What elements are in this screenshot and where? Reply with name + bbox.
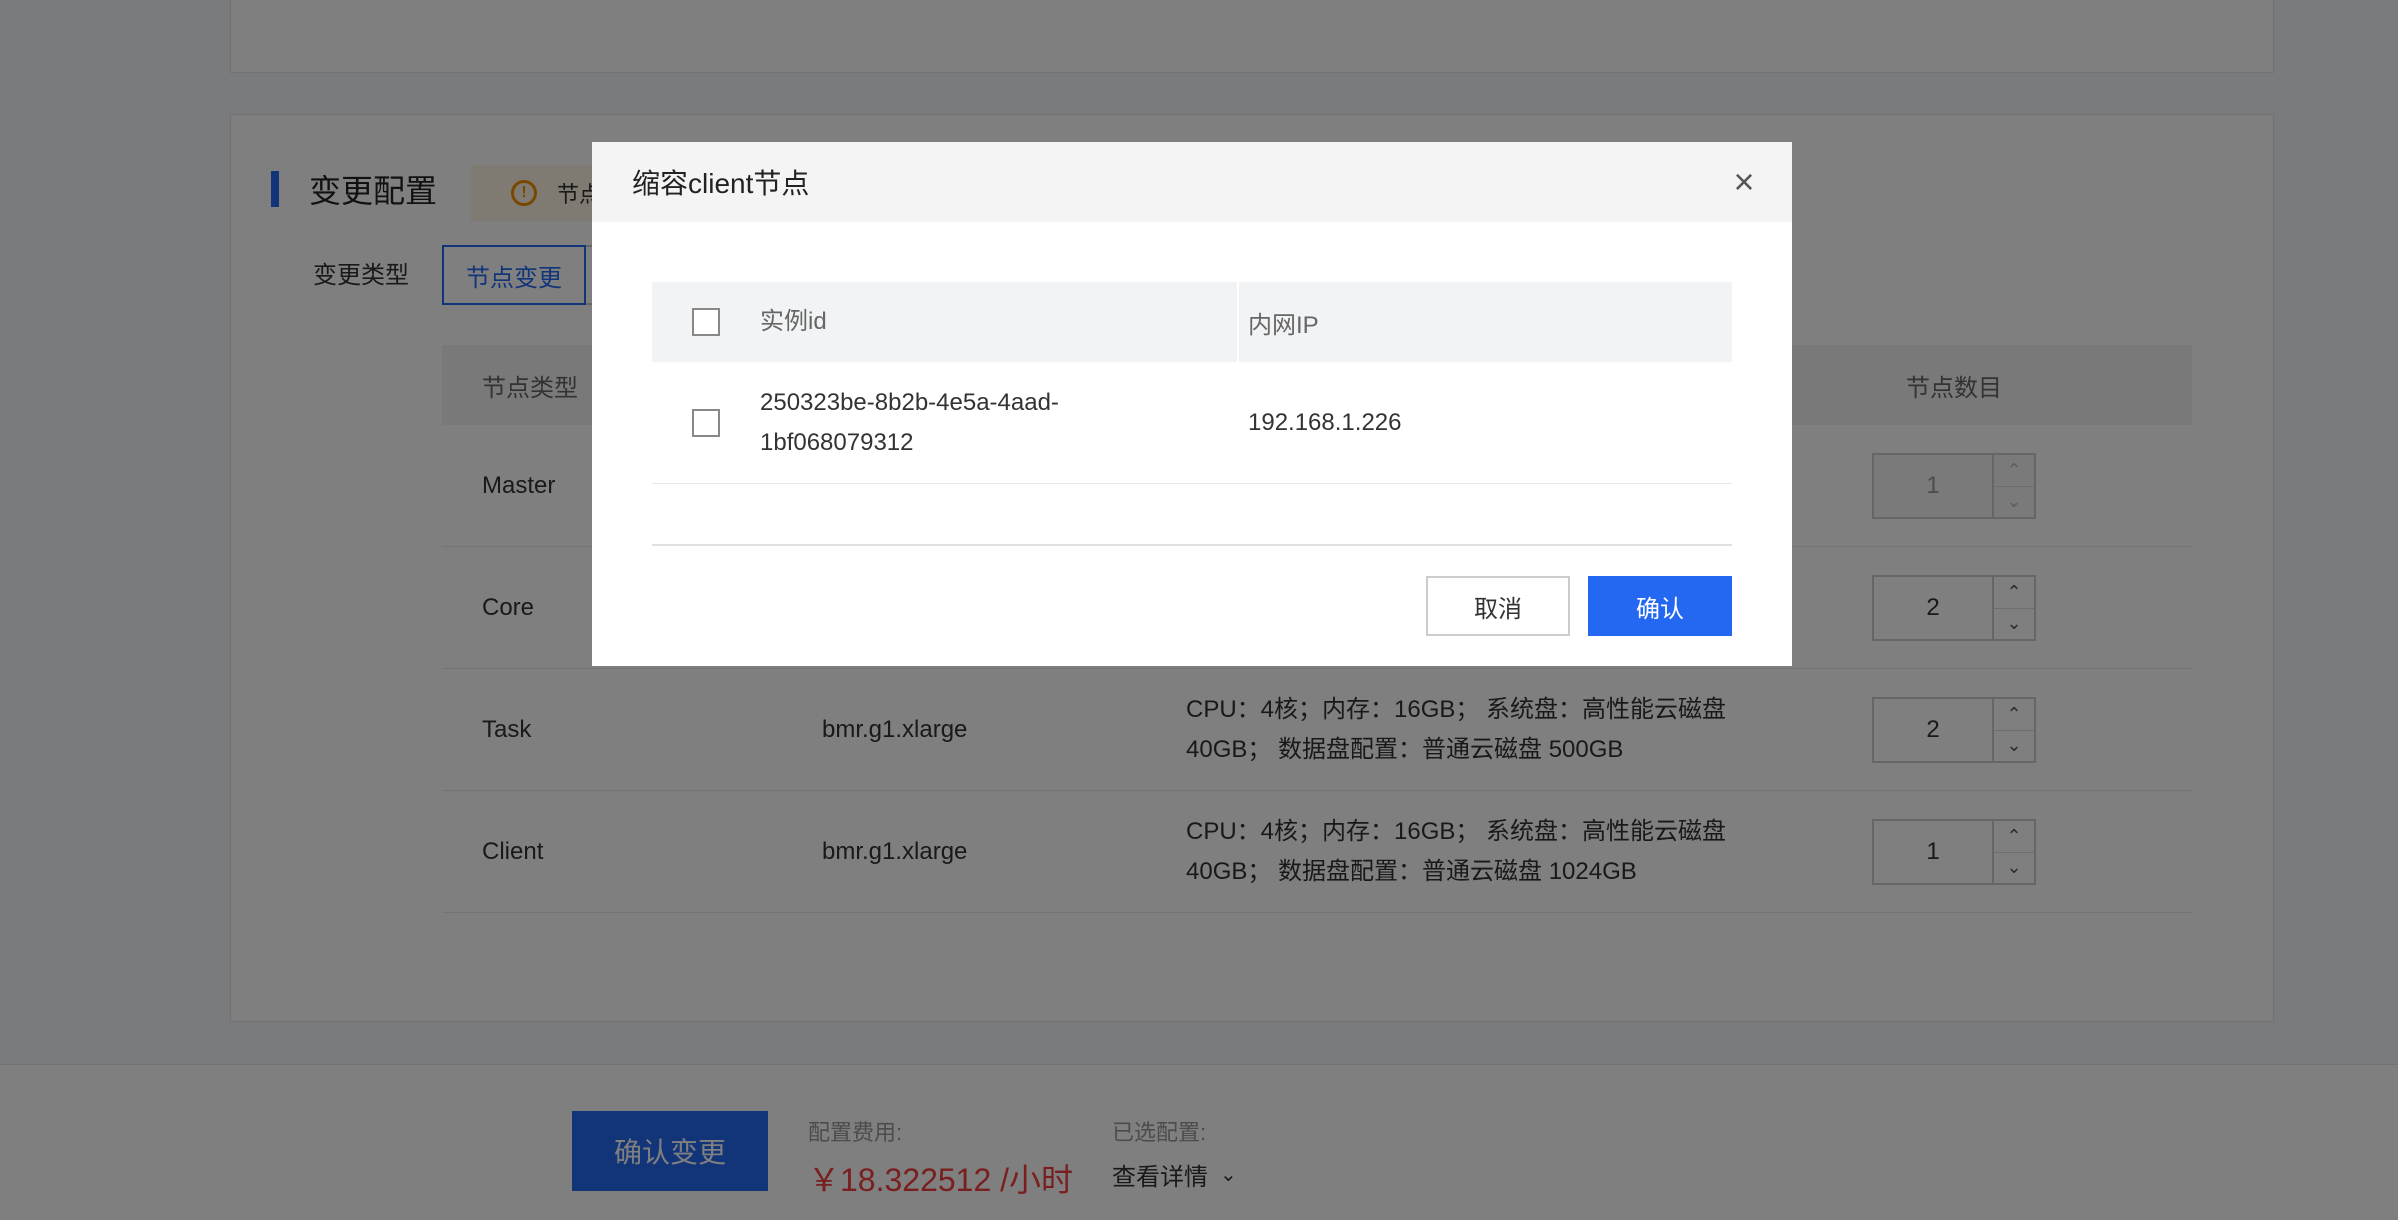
select-all-checkbox[interactable]: [692, 308, 720, 336]
private-ip-cell: 192.168.1.226: [1248, 409, 1402, 436]
header-instance-id: 实例id: [760, 308, 827, 335]
confirm-button[interactable]: 确认: [1588, 576, 1732, 636]
dialog-header: 缩容client节点 ×: [592, 142, 1792, 222]
table-row: 250323be-8b2b-4e5a-4aad- 1bf068079312 19…: [652, 362, 1732, 484]
instance-table: 实例id 内网IP 250323be-8b2b-4e5a-4aad- 1bf06…: [652, 282, 1732, 484]
dialog-title: 缩容client节点: [632, 168, 810, 199]
dialog-divider: [652, 544, 1732, 546]
cancel-button[interactable]: 取消: [1426, 576, 1570, 636]
row-checkbox[interactable]: [692, 409, 720, 437]
column-divider: [1237, 282, 1239, 362]
instance-id-cell: 250323be-8b2b-4e5a-4aad- 1bf068079312: [760, 362, 1160, 484]
close-icon[interactable]: ×: [1726, 164, 1762, 200]
instance-id-line: 250323be-8b2b-4e5a-4aad-: [760, 389, 1059, 416]
instance-table-header: 实例id 内网IP: [652, 282, 1732, 362]
row-select-cell: [692, 362, 720, 484]
shrink-client-dialog: 缩容client节点 × 实例id 内网IP 250323be-8b2b-4e5…: [592, 142, 1792, 666]
select-all-cell: [692, 282, 720, 362]
header-private-ip: 内网IP: [1248, 311, 1319, 339]
instance-id-line: 1bf068079312: [760, 429, 914, 456]
